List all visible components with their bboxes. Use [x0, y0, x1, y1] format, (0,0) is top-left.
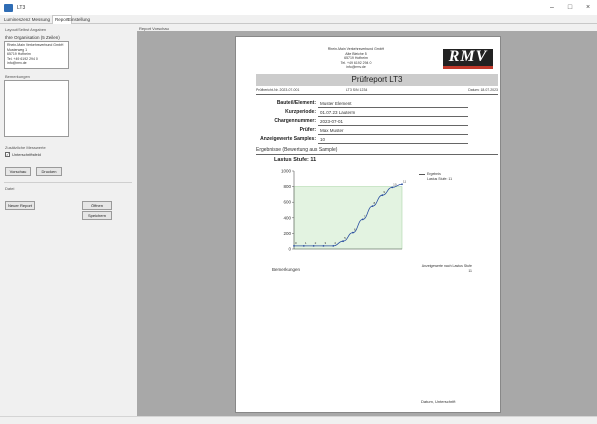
chart-legend: Ergebnis Lastus Stufe: 11 — [419, 172, 452, 181]
report-footer: Datum, Unterschrift — [421, 399, 456, 404]
print-button[interactable]: Drucken — [36, 167, 62, 176]
field-value: Max Muster — [320, 127, 344, 133]
point-label: 11 — [403, 179, 406, 183]
line-chart: 020040060080010000 1 2 3 4567891011 — [281, 169, 406, 252]
window-title: LT3 — [17, 4, 26, 11]
report-banner: Prüfreport LT3 — [256, 74, 498, 86]
section-rule — [256, 154, 498, 155]
section-title: Ergebnisse (Bewertung aus Sample) — [256, 147, 338, 153]
separator — [4, 182, 132, 183]
org-line: info@rmv.de — [7, 61, 27, 65]
report-date: Datum: 18.07.2023 — [468, 88, 498, 92]
logo-stripe — [443, 66, 493, 69]
header-rule — [256, 94, 498, 95]
field-label: Kurzperiode: — [285, 109, 316, 115]
data-point — [352, 231, 354, 234]
remarks-textarea[interactable] — [4, 80, 69, 137]
data-point — [302, 244, 305, 247]
report-page: Rhein-Main Verkehrsverbund GmbH Alte Ble… — [235, 36, 501, 413]
rmv-logo: RMV — [443, 49, 493, 69]
data-point — [361, 218, 364, 221]
field-value: 2023-07-01 — [320, 118, 344, 124]
status-bar — [0, 416, 597, 424]
data-point — [342, 240, 344, 243]
data-point — [332, 244, 335, 247]
device-serial: LT3 S/N 1234 — [346, 88, 368, 92]
y-tick-label: 200 — [283, 231, 291, 236]
y-tick-label: 0 — [288, 247, 291, 252]
data-point — [322, 244, 325, 247]
maximize-button[interactable]: □ — [561, 0, 579, 15]
y-tick-label: 400 — [283, 215, 291, 220]
save-button[interactable]: Speichern — [82, 211, 112, 220]
data-point — [381, 194, 384, 197]
chart-note: Anzeigewerte nach Lastus Stufe 11 — [421, 264, 472, 273]
field-label: Anzeigewerte Samples: — [260, 136, 316, 142]
data-point — [312, 244, 315, 247]
checkbox-label-1: Zusätzliche Messwerte — [5, 145, 46, 150]
field-rule — [318, 143, 468, 144]
data-point — [401, 183, 403, 186]
data-point — [293, 244, 295, 247]
data-point — [371, 205, 374, 207]
tab-lumineszenz-messung[interactable]: Lumineszenz Messung — [2, 16, 52, 24]
section-label: Layout/Selbst Angaben — [5, 27, 47, 32]
data-point — [391, 186, 394, 189]
chart-title: Lastus Stufe: 11 — [274, 157, 317, 163]
legend-label: Ergebnis — [427, 172, 441, 176]
y-tick-label: 1000 — [281, 169, 292, 174]
field-value: Muster Element — [320, 100, 352, 106]
org-label: Ihre Organisation (5 Zeilen) — [5, 35, 60, 40]
tolerance-band — [293, 186, 403, 250]
checkbox-label-2: Unterschriftsfeld — [12, 152, 41, 157]
open-button[interactable]: Öffnen — [82, 201, 112, 210]
new-report-button[interactable]: Neuer Report — [5, 201, 35, 210]
window-controls: – □ × — [543, 0, 597, 15]
y-tick-label: 800 — [283, 184, 291, 189]
field-value: 01.07.23 Lauterm — [320, 109, 356, 115]
field-label: Bauteil/Element: — [276, 100, 316, 106]
minimize-button[interactable]: – — [543, 0, 561, 15]
y-tick-label: 600 — [283, 200, 291, 205]
field-label: Prüfer: — [299, 127, 316, 133]
legend-swatch — [419, 173, 425, 175]
report-address: Rhein-Main Verkehrsverbund GmbH Alte Ble… — [306, 47, 406, 70]
app-icon — [4, 3, 13, 12]
field-rule — [318, 134, 468, 135]
org-textarea[interactable]: Rhein-Main Verkehrsverbund GmbH Musterwe… — [4, 41, 69, 69]
field-value: 10 — [320, 136, 326, 142]
report-number: Prüfbericht-Nr. 2023-07-001 — [256, 88, 300, 92]
field-rule — [318, 107, 468, 108]
tab-bar: Lumineszenz Messung Report Einstellung — [0, 15, 597, 24]
report-remarks: Bemerkungen — [272, 267, 301, 272]
left-panel: Layout/Selbst Angaben Ihre Organisation … — [0, 25, 136, 415]
address-line: info@rmv.de — [346, 65, 366, 69]
close-button[interactable]: × — [579, 0, 597, 15]
report-viewer[interactable]: Rhein-Main Verkehrsverbund GmbH Alte Ble… — [137, 31, 597, 416]
window-titlebar: LT3 – □ × — [0, 0, 597, 15]
tab-einstellung[interactable]: Einstellung — [66, 16, 92, 24]
logo-text: RMV — [448, 48, 488, 65]
field-rule — [318, 125, 468, 126]
field-label: Chargennummer: — [274, 118, 316, 124]
field-rule — [318, 116, 468, 117]
signature-checkbox[interactable]: ✓ — [5, 152, 10, 157]
legend-label: Lastus Stufe: 11 — [427, 176, 453, 181]
preview-button[interactable]: Vorschau — [5, 167, 31, 176]
file-label: Datei — [5, 186, 15, 191]
point-label: 10 — [393, 182, 397, 186]
remarks-label: Bemerkungen — [5, 74, 30, 79]
